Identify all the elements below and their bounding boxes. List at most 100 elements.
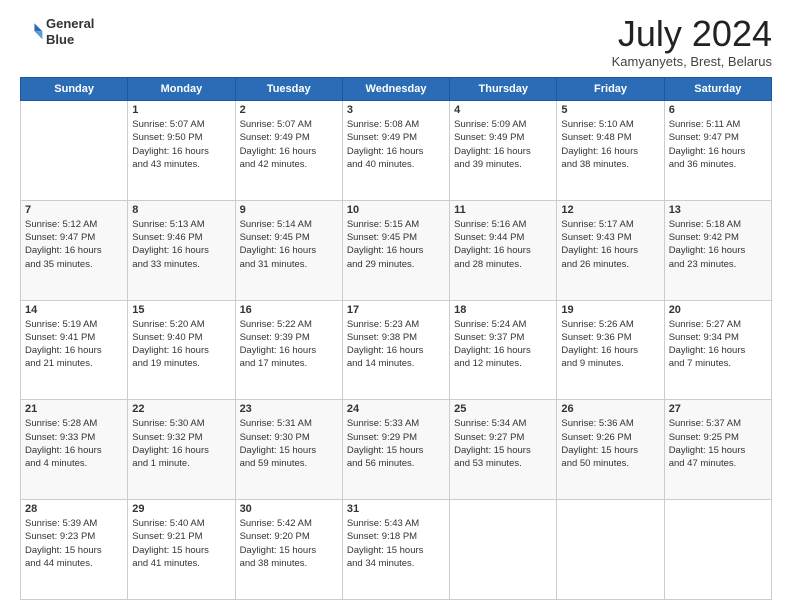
calendar-day-3: 3Sunrise: 5:08 AM Sunset: 9:49 PM Daylig… [342,101,449,201]
day-header-monday: Monday [128,78,235,101]
calendar-empty-cell [21,101,128,201]
day-number: 24 [347,403,445,415]
day-number: 5 [561,104,659,116]
day-content: Sunrise: 5:20 AM Sunset: 9:40 PM Dayligh… [132,318,230,371]
day-content: Sunrise: 5:08 AM Sunset: 9:49 PM Dayligh… [347,118,445,171]
day-content: Sunrise: 5:12 AM Sunset: 9:47 PM Dayligh… [25,218,123,271]
day-content: Sunrise: 5:30 AM Sunset: 9:32 PM Dayligh… [132,417,230,470]
day-content: Sunrise: 5:24 AM Sunset: 9:37 PM Dayligh… [454,318,552,371]
calendar-day-29: 29 Sunrise: 5:40 AM Sunset: 9:21 PM Dayli… [128,500,235,600]
calendar-day-12: 12Sunrise: 5:17 AM Sunset: 9:43 PM Dayli… [557,200,664,300]
header: General Blue July 2024 Kamyanyets, Brest… [20,16,772,69]
day-number: 9 [240,204,338,216]
calendar-day-5: 5Sunrise: 5:10 AM Sunset: 9:48 PM Daylig… [557,101,664,201]
day-content: Sunrise: 5:13 AM Sunset: 9:46 PM Dayligh… [132,218,230,271]
day-number: 16 [240,304,338,316]
day-content: Sunrise: 5:07 AM Sunset: 9:50 PM Dayligh… [132,118,230,171]
day-content: Sunrise: 5:34 AM Sunset: 9:27 PM Dayligh… [454,417,552,470]
day-number: 1 [132,104,230,116]
calendar-day-22: 22 Sunrise: 5:30 AM Sunset: 9:32 PM Dayli… [128,400,235,500]
day-content: Sunrise: 5:40 AM Sunset: 9:21 PM Dayligh… [132,517,230,570]
calendar-week-row: 1 Sunrise: 5:07 AM Sunset: 9:50 PM Daylig… [21,101,772,201]
day-number: 14 [25,304,123,316]
day-content: Sunrise: 5:31 AM Sunset: 9:30 PM Dayligh… [240,417,338,470]
calendar-day-28: 28 Sunrise: 5:39 AM Sunset: 9:23 PM Dayli… [21,500,128,600]
calendar-day-20: 20 Sunrise: 5:27 AM Sunset: 9:34 PM Dayli… [664,300,771,400]
calendar-day-23: 23 Sunrise: 5:31 AM Sunset: 9:30 PM Dayli… [235,400,342,500]
day-number: 26 [561,403,659,415]
day-number: 2 [240,104,338,116]
day-content: Sunrise: 5:33 AM Sunset: 9:29 PM Dayligh… [347,417,445,470]
day-number: 6 [669,104,767,116]
day-number: 10 [347,204,445,216]
day-header-tuesday: Tuesday [235,78,342,101]
day-content: Sunrise: 5:28 AM Sunset: 9:33 PM Dayligh… [25,417,123,470]
calendar-day-7: 7Sunrise: 5:12 AM Sunset: 9:47 PM Daylig… [21,200,128,300]
day-content: Sunrise: 5:39 AM Sunset: 9:23 PM Dayligh… [25,517,123,570]
calendar-empty-cell [557,500,664,600]
day-content: Sunrise: 5:36 AM Sunset: 9:26 PM Dayligh… [561,417,659,470]
calendar-day-26: 26 Sunrise: 5:36 AM Sunset: 9:26 PM Dayli… [557,400,664,500]
day-header-wednesday: Wednesday [342,78,449,101]
day-number: 13 [669,204,767,216]
day-number: 31 [347,503,445,515]
calendar-day-24: 24 Sunrise: 5:33 AM Sunset: 9:29 PM Dayli… [342,400,449,500]
calendar-day-18: 18 Sunrise: 5:24 AM Sunset: 9:37 PM Dayli… [450,300,557,400]
day-content: Sunrise: 5:19 AM Sunset: 9:41 PM Dayligh… [25,318,123,371]
calendar-week-row: 14 Sunrise: 5:19 AM Sunset: 9:41 PM Dayli… [21,300,772,400]
day-number: 18 [454,304,552,316]
calendar-day-21: 21 Sunrise: 5:28 AM Sunset: 9:33 PM Dayli… [21,400,128,500]
day-content: Sunrise: 5:09 AM Sunset: 9:49 PM Dayligh… [454,118,552,171]
day-content: Sunrise: 5:42 AM Sunset: 9:20 PM Dayligh… [240,517,338,570]
calendar-week-row: 7Sunrise: 5:12 AM Sunset: 9:47 PM Daylig… [21,200,772,300]
calendar-day-6: 6 Sunrise: 5:11 AM Sunset: 9:47 PM Daylig… [664,101,771,201]
day-content: Sunrise: 5:18 AM Sunset: 9:42 PM Dayligh… [669,218,767,271]
calendar-table: SundayMondayTuesdayWednesdayThursdayFrid… [20,77,772,600]
calendar-header-row: SundayMondayTuesdayWednesdayThursdayFrid… [21,78,772,101]
day-number: 27 [669,403,767,415]
day-content: Sunrise: 5:37 AM Sunset: 9:25 PM Dayligh… [669,417,767,470]
day-number: 15 [132,304,230,316]
day-number: 19 [561,304,659,316]
day-number: 29 [132,503,230,515]
logo: General Blue [20,16,94,47]
day-number: 20 [669,304,767,316]
day-number: 8 [132,204,230,216]
day-number: 22 [132,403,230,415]
calendar-day-4: 4 Sunrise: 5:09 AM Sunset: 9:49 PM Daylig… [450,101,557,201]
day-content: Sunrise: 5:17 AM Sunset: 9:43 PM Dayligh… [561,218,659,271]
calendar-day-14: 14 Sunrise: 5:19 AM Sunset: 9:41 PM Dayli… [21,300,128,400]
day-header-thursday: Thursday [450,78,557,101]
calendar-day-2: 2 Sunrise: 5:07 AM Sunset: 9:49 PM Daylig… [235,101,342,201]
day-content: Sunrise: 5:23 AM Sunset: 9:38 PM Dayligh… [347,318,445,371]
day-number: 4 [454,104,552,116]
day-content: Sunrise: 5:43 AM Sunset: 9:18 PM Dayligh… [347,517,445,570]
day-number: 21 [25,403,123,415]
logo-icon [20,20,44,44]
day-content: Sunrise: 5:16 AM Sunset: 9:44 PM Dayligh… [454,218,552,271]
day-content: Sunrise: 5:15 AM Sunset: 9:45 PM Dayligh… [347,218,445,271]
day-content: Sunrise: 5:07 AM Sunset: 9:49 PM Dayligh… [240,118,338,171]
calendar-empty-cell [664,500,771,600]
calendar-day-15: 15 Sunrise: 5:20 AM Sunset: 9:40 PM Dayli… [128,300,235,400]
day-number: 23 [240,403,338,415]
calendar-day-1: 1 Sunrise: 5:07 AM Sunset: 9:50 PM Daylig… [128,101,235,201]
calendar-empty-cell [450,500,557,600]
day-header-saturday: Saturday [664,78,771,101]
day-content: Sunrise: 5:14 AM Sunset: 9:45 PM Dayligh… [240,218,338,271]
calendar-week-row: 28 Sunrise: 5:39 AM Sunset: 9:23 PM Dayli… [21,500,772,600]
calendar-day-11: 11 Sunrise: 5:16 AM Sunset: 9:44 PM Dayli… [450,200,557,300]
calendar-day-25: 25Sunrise: 5:34 AM Sunset: 9:27 PM Dayli… [450,400,557,500]
page: General Blue July 2024 Kamyanyets, Brest… [0,0,792,612]
day-number: 17 [347,304,445,316]
calendar-day-13: 13 Sunrise: 5:18 AM Sunset: 9:42 PM Dayli… [664,200,771,300]
day-content: Sunrise: 5:26 AM Sunset: 9:36 PM Dayligh… [561,318,659,371]
day-number: 28 [25,503,123,515]
calendar-day-9: 9 Sunrise: 5:14 AM Sunset: 9:45 PM Daylig… [235,200,342,300]
day-number: 11 [454,204,552,216]
day-content: Sunrise: 5:27 AM Sunset: 9:34 PM Dayligh… [669,318,767,371]
day-header-sunday: Sunday [21,78,128,101]
location: Kamyanyets, Brest, Belarus [612,54,772,69]
calendar-day-10: 10 Sunrise: 5:15 AM Sunset: 9:45 PM Dayli… [342,200,449,300]
day-content: Sunrise: 5:11 AM Sunset: 9:47 PM Dayligh… [669,118,767,171]
